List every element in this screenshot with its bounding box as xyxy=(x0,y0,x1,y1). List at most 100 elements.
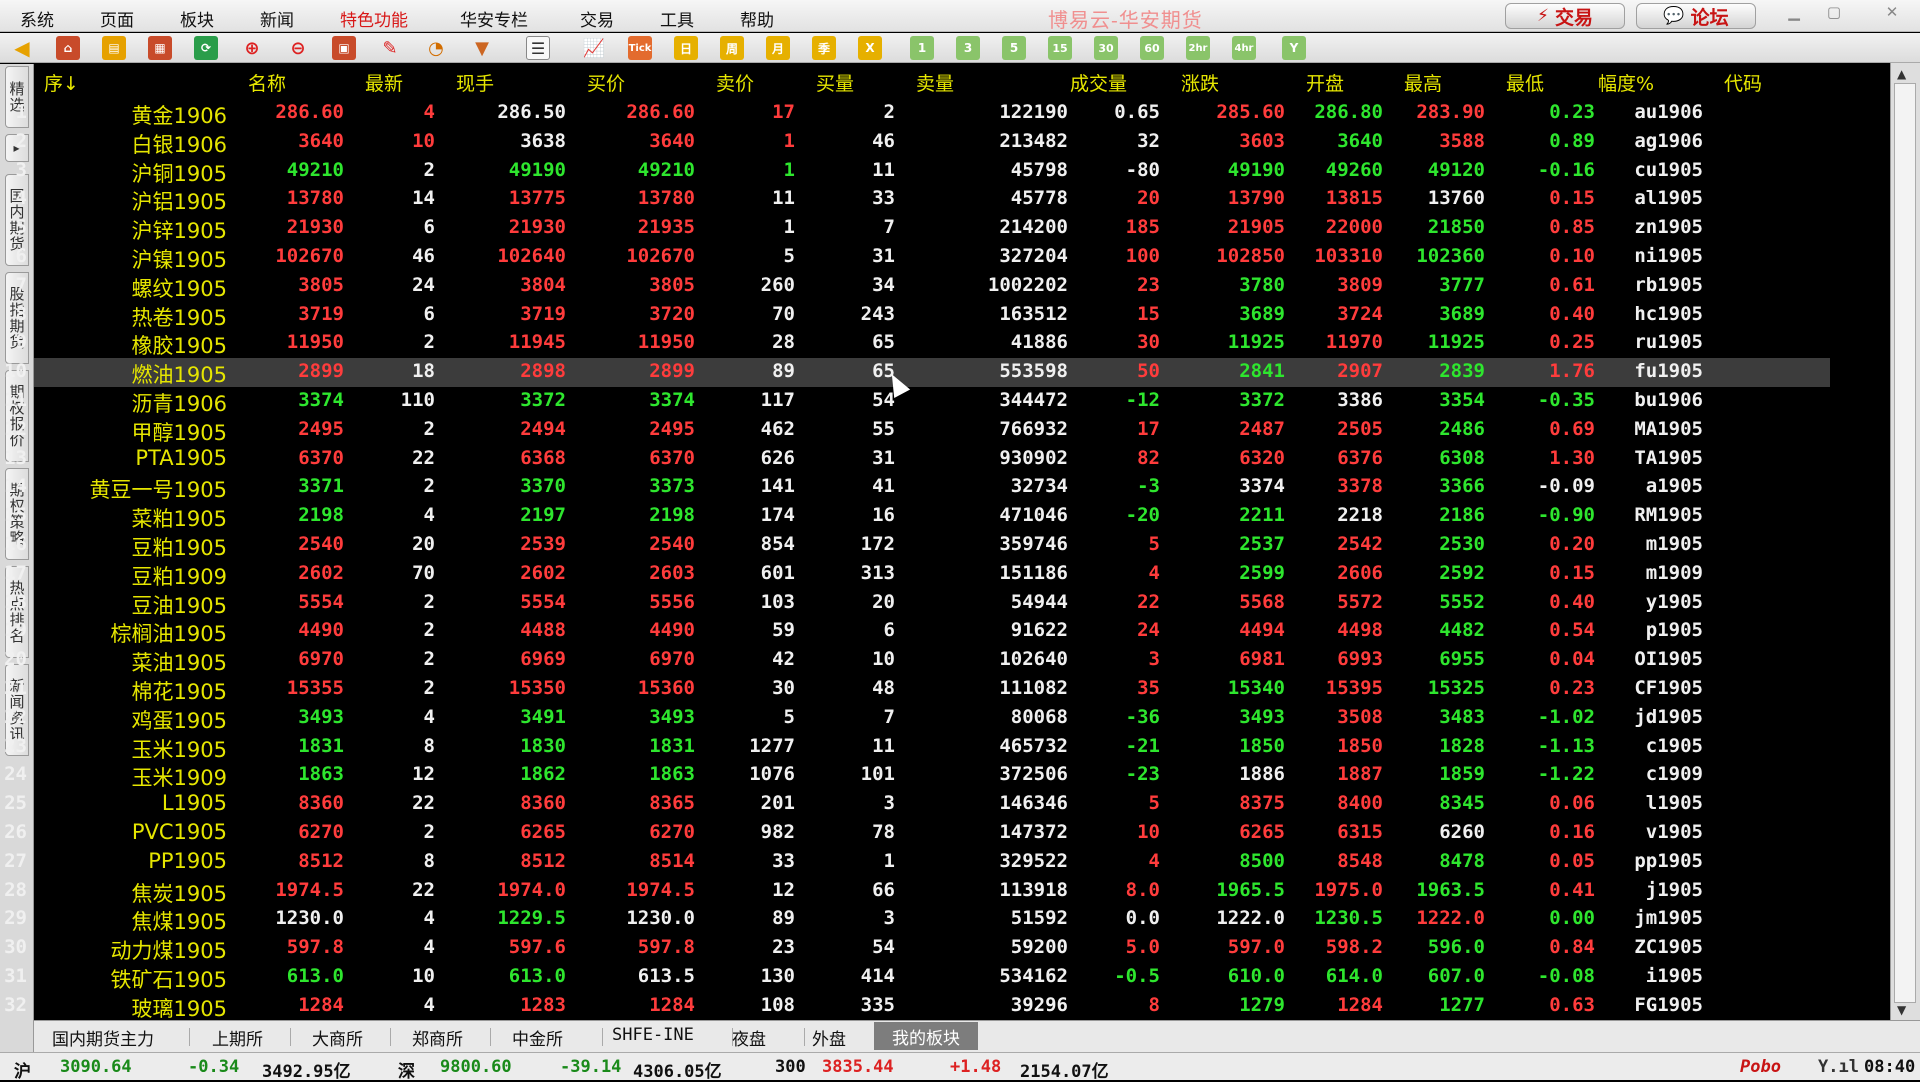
table-row[interactable]: 3 沪铜1905 49210 2 49190 49210 1 11 45798 -80 49190 4… xyxy=(16,157,1830,186)
period-4hr-button[interactable]: 4hr xyxy=(1232,36,1256,60)
hdr-ask[interactable]: 卖价 xyxy=(716,69,754,96)
back-arrow-icon[interactable]: ◀ xyxy=(10,36,34,60)
hdr-high[interactable]: 最高 xyxy=(1404,69,1442,96)
tab-night[interactable]: 夜盘 xyxy=(732,1025,766,1050)
period-15min-button[interactable]: 15 xyxy=(1048,36,1072,60)
table-row[interactable]: 19 棕榈油1905 4490 2 4488 4490 59 6 91622 24 4494 4498… xyxy=(4,617,1830,646)
menu-help[interactable]: 帮助 xyxy=(740,6,774,31)
hdr-last[interactable]: 最新 xyxy=(365,69,403,96)
hdr-bid-vol[interactable]: 买量 xyxy=(816,69,854,96)
table-row[interactable]: 20 菜油1905 6970 2 6969 6970 42 10 102640 3 6981 6993… xyxy=(4,646,1830,675)
table-row[interactable]: 29 焦煤1905 1230.0 4 1229.5 1230.0 89 3 51592 0.0 12… xyxy=(4,905,1830,934)
table-row[interactable]: 5 沪锌1905 21930 6 21930 21935 1 7 214200 185 21905 2… xyxy=(16,214,1830,243)
tab-cffex[interactable]: 中金所 xyxy=(512,1025,563,1050)
table-row[interactable]: 30 动力煤1905 597.8 4 597.6 597.8 23 54 59200 5.0 597… xyxy=(4,934,1830,963)
menu-system[interactable]: 系统 xyxy=(20,6,54,31)
tab-foreign[interactable]: 外盘 xyxy=(812,1025,846,1050)
tick-button[interactable]: Tick xyxy=(628,36,652,60)
hdr-open[interactable]: 开盘 xyxy=(1306,69,1344,96)
hdr-pct[interactable]: 幅度% xyxy=(1598,69,1654,96)
table-row[interactable]: 22 鸡蛋1905 3493 4 3491 3493 5 7 80068 -36 3493 3508 3… xyxy=(4,704,1830,733)
table-row[interactable]: 11 沥青1906 3374 110 3372 3374 117 54 344472 -12 337… xyxy=(4,387,1830,416)
menu-huaan-column[interactable]: 华安专栏 xyxy=(460,6,528,31)
folder-icon[interactable]: ▤ xyxy=(102,36,126,60)
forum-button[interactable]: 💬 论坛 xyxy=(1636,3,1756,29)
table-row[interactable]: 6 沪镍1905 102670 46 102640 102670 5 31 327204 100 1… xyxy=(16,243,1830,272)
period-year-button[interactable]: Y xyxy=(1282,36,1306,60)
tab-czce[interactable]: 郑商所 xyxy=(412,1025,463,1050)
menu-page[interactable]: 页面 xyxy=(100,6,134,31)
period-3min-button[interactable]: 3 xyxy=(956,36,980,60)
period-60min-button[interactable]: 60 xyxy=(1140,36,1164,60)
table-row[interactable]: 15 菜粕1905 2198 4 2197 2198 174 16 471046 -20 2211 2… xyxy=(4,502,1830,531)
table-row[interactable]: 32 玻璃1905 1284 4 1283 1284 108 335 39296 8 1279 128… xyxy=(4,992,1830,1021)
zoom-out-icon[interactable]: ⊖ xyxy=(286,36,310,60)
draw-pen-icon[interactable]: ✎ xyxy=(378,36,402,60)
hdr-change[interactable]: 涨跌 xyxy=(1181,69,1219,96)
table-row[interactable]: 8 热卷1905 3719 6 3719 3720 70 243 163512 15 3689 372… xyxy=(16,301,1830,330)
trade-button[interactable]: ⚡ 交易 xyxy=(1505,3,1625,29)
home-icon[interactable]: ⌂ xyxy=(56,36,80,60)
hdr-volume[interactable]: 成交量 xyxy=(1070,69,1127,96)
quote-table[interactable]: 序↓ 名称 最新 现手 买价 卖价 买量 卖量 成交量 涨跌 开盘 最高 最低 幅度% 代码 1 黄金1906… xyxy=(4,63,1889,1021)
menu-news[interactable]: 新闻 xyxy=(260,6,294,31)
table-row[interactable]: 25 L1905 8360 22 8360 8365 201 3 146346 5 8375 8400… xyxy=(4,790,1830,819)
scroll-up-icon[interactable]: ▲ xyxy=(1897,67,1906,81)
table-row[interactable]: 9 橡胶1905 11950 2 11945 11950 28 65 41886 30 11925 1… xyxy=(16,329,1830,358)
tab-shfe[interactable]: 上期所 xyxy=(212,1025,263,1050)
hdr-vol-now[interactable]: 现手 xyxy=(456,69,494,96)
chart-line-icon[interactable]: 📈 xyxy=(582,36,606,60)
tab-dce[interactable]: 大商所 xyxy=(312,1025,363,1050)
table-row[interactable]: 24 玉米1909 1863 12 1862 1863 1076 101 372506 -23 18… xyxy=(4,761,1830,790)
refresh-icon[interactable]: ⟳ xyxy=(194,36,218,60)
tab-my-sector[interactable]: 我的板块 xyxy=(874,1022,978,1050)
menu-tools[interactable]: 工具 xyxy=(660,6,694,31)
close-icon[interactable]: ✕ xyxy=(1878,3,1906,23)
table-row[interactable]: 2 白银1906 3640 10 3638 3640 1 46 213482 32 3603 3640… xyxy=(16,128,1830,157)
menu-features[interactable]: 特色功能 xyxy=(340,6,408,31)
hdr-name[interactable]: 名称 xyxy=(248,69,286,96)
hdr-ask-vol[interactable]: 卖量 xyxy=(916,69,954,96)
table-row[interactable]: 4 沪铝1905 13780 14 13775 13780 11 33 45778 20 13790… xyxy=(16,185,1830,214)
menu-trade[interactable]: 交易 xyxy=(580,6,614,31)
table-row[interactable]: 13 PTA1905 6370 22 6368 6370 626 31 930902 82 6320… xyxy=(4,445,1830,474)
table-row[interactable]: 27 PP1905 8512 8 8512 8514 33 1 329522 4 8500 8548 8… xyxy=(4,848,1830,877)
period-5min-button[interactable]: 5 xyxy=(1002,36,1026,60)
maximize-icon[interactable]: ▢ xyxy=(1820,3,1848,23)
period-month-button[interactable]: 月 xyxy=(766,36,790,60)
window-icon[interactable]: ▣ xyxy=(332,36,356,60)
period-x-button[interactable]: X xyxy=(858,36,882,60)
table-row[interactable]: 28 焦炭1905 1974.5 22 1974.0 1974.5 12 66 113918 8.… xyxy=(4,877,1830,906)
tab-shfe-ine[interactable]: SHFE-INE xyxy=(612,1025,694,1045)
list-view-icon[interactable]: ☰ xyxy=(526,36,550,60)
indicator-icon[interactable]: ◔ xyxy=(424,36,448,60)
table-row[interactable]: 16 豆粕1905 2540 20 2539 2540 854 172 359746 5 2537 2… xyxy=(4,531,1830,560)
vertical-scrollbar[interactable]: ▲ ▼ xyxy=(1890,63,1920,1020)
period-day-button[interactable]: 日 xyxy=(674,36,698,60)
table-row[interactable]: 12 甲醇1905 2495 2 2494 2495 462 55 766932 17 2487 25… xyxy=(4,416,1830,445)
hdr-bid[interactable]: 买价 xyxy=(587,69,625,96)
table-row[interactable]: 14 黄豆一号1905 3371 2 3370 3373 141 41 32734 -3 3374 3… xyxy=(4,473,1830,502)
period-2hr-button[interactable]: 2hr xyxy=(1186,36,1210,60)
table-row[interactable]: 1 黄金1906 286.60 4 286.50 286.60 17 2 122190 0.65 2… xyxy=(16,99,1830,128)
table-row[interactable]: 23 玉米1905 1831 8 1830 1831 1277 11 465732 -21 1850… xyxy=(4,733,1830,762)
scrollbar-thumb[interactable] xyxy=(1894,83,1916,1003)
table-row[interactable]: 18 豆油1905 5554 2 5554 5556 103 20 54944 22 5568 557… xyxy=(4,589,1830,618)
period-quarter-button[interactable]: 季 xyxy=(812,36,836,60)
hdr-low[interactable]: 最低 xyxy=(1506,69,1544,96)
quote-board-icon[interactable]: ▦ xyxy=(148,36,172,60)
period-30min-button[interactable]: 30 xyxy=(1094,36,1118,60)
table-row[interactable]: 21 棉花1905 15355 2 15350 15360 30 48 111082 35 1534… xyxy=(4,675,1830,704)
table-row[interactable]: 17 豆粕1909 2602 70 2602 2603 601 313 151186 4 2599 2… xyxy=(4,560,1830,589)
table-row[interactable]: 7 螺纹1905 3805 24 3804 3805 260 34 1002202 23 3780 3… xyxy=(16,272,1830,301)
scroll-down-icon[interactable]: ▼ xyxy=(1897,1003,1906,1017)
hdr-seq[interactable]: 序↓ xyxy=(44,69,79,96)
period-1min-button[interactable]: 1 xyxy=(910,36,934,60)
table-row[interactable]: 31 铁矿石1905 613.0 10 613.0 613.5 130 414 534162 -0… xyxy=(4,963,1830,992)
zoom-in-icon[interactable]: ⊕ xyxy=(240,36,264,60)
period-week-button[interactable]: 周 xyxy=(720,36,744,60)
table-row[interactable]: 10 燃油1905 2899 18 2898 2899 89 65 553598 50 2841 29… xyxy=(4,358,1830,388)
minimize-icon[interactable]: ▁ xyxy=(1780,3,1808,23)
filter-icon[interactable]: ▼ xyxy=(470,36,494,60)
menu-sector[interactable]: 板块 xyxy=(180,6,214,31)
